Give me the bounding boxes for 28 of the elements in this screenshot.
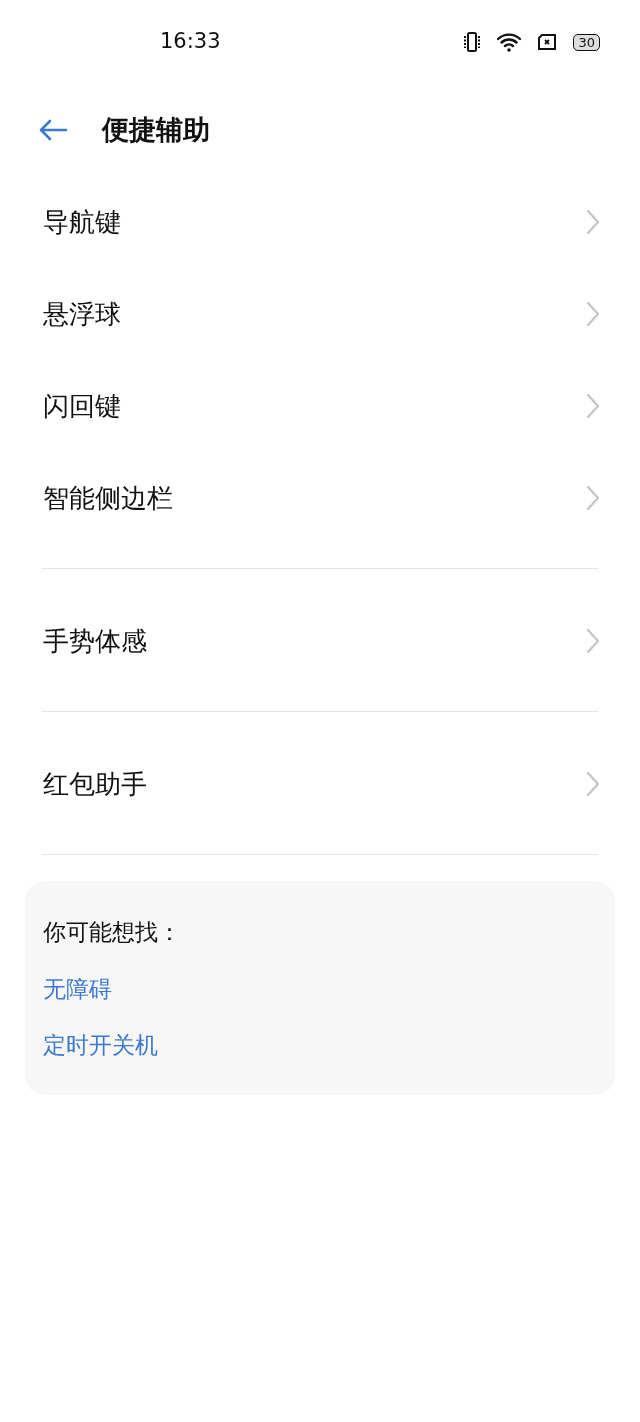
suggestion-link[interactable]: 定时开关机: [43, 1028, 158, 1063]
settings-item[interactable]: 闪回键: [0, 360, 640, 452]
chevron-right-icon: [586, 771, 600, 797]
vibrate-icon: [463, 32, 482, 52]
settings-item[interactable]: 手势体感: [0, 595, 640, 687]
chevron-right-icon: [586, 628, 600, 654]
settings-item-label: 手势体感: [43, 624, 147, 658]
settings-item-label: 智能侧边栏: [43, 481, 173, 515]
settings-item[interactable]: 导航键: [0, 176, 640, 268]
settings-item[interactable]: 智能侧边栏: [0, 452, 640, 544]
settings-item[interactable]: 红包助手: [0, 738, 640, 830]
chevron-right-icon: [586, 301, 600, 327]
wifi-icon: [497, 32, 522, 52]
settings-item-label: 闪回键: [43, 389, 121, 423]
status-time: 16:33: [160, 28, 221, 56]
chevron-right-icon: [586, 393, 600, 419]
chevron-right-icon: [586, 209, 600, 235]
settings-item[interactable]: 悬浮球: [0, 268, 640, 360]
page-title: 便捷辅助: [102, 112, 210, 147]
sim-card-icon: [537, 34, 558, 50]
back-icon[interactable]: [38, 119, 68, 141]
battery-icon: 30: [573, 33, 600, 51]
suggestions-title: 你可能想找：: [43, 918, 182, 947]
settings-item-label: 悬浮球: [43, 297, 121, 331]
settings-item-label: 导航键: [43, 205, 121, 239]
chevron-right-icon: [586, 485, 600, 511]
suggestion-link[interactable]: 无障碍: [43, 971, 112, 1006]
settings-item-label: 红包助手: [43, 767, 147, 801]
